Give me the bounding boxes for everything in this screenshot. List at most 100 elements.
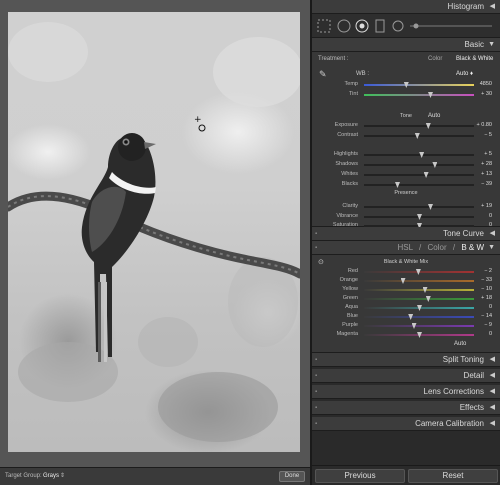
collapse-arrow-icon[interactable]: ◀ <box>490 227 495 241</box>
basic-slider-knob[interactable] <box>428 204 433 210</box>
basic-slider-knob[interactable] <box>423 172 429 178</box>
basic-slider-track[interactable] <box>364 82 474 88</box>
toggle-icon[interactable]: ▪ <box>315 369 317 383</box>
basic-slider-knob[interactable] <box>425 123 431 129</box>
toggle-icon[interactable]: ▪ <box>315 417 317 431</box>
bw-slider-knob[interactable] <box>408 314 414 320</box>
split-toning-header[interactable]: ▪ Split Toning ◀ <box>312 353 500 367</box>
previous-button[interactable]: Previous <box>315 469 405 483</box>
basic-slider-value[interactable]: + 5 <box>472 151 492 157</box>
effects-header[interactable]: ▪ Effects ◀ <box>312 401 500 415</box>
bw-slider-blue[interactable]: Blue − 14 <box>312 312 500 321</box>
target-group-dropdown-icon[interactable]: ⇕ <box>60 472 65 479</box>
reset-button[interactable]: Reset <box>408 469 498 483</box>
lens-corrections-header[interactable]: ▪ Lens Corrections ◀ <box>312 385 500 399</box>
basic-slider-value[interactable]: + 19 <box>472 203 492 209</box>
bw-slider-value[interactable]: − 2 <box>472 268 492 274</box>
bw-slider-knob[interactable] <box>417 332 422 338</box>
bw-slider-yellow[interactable]: Yellow − 10 <box>312 285 500 294</box>
collapse-arrow-icon[interactable]: ◀ <box>490 0 495 14</box>
bw-slider-orange[interactable]: Orange − 33 <box>312 276 500 285</box>
bw-slider-track[interactable] <box>364 296 474 302</box>
bw-slider-purple[interactable]: Purple − 9 <box>312 321 500 330</box>
target-group-value[interactable]: Grays <box>43 473 59 479</box>
basic-slider-value[interactable]: + 13 <box>472 171 492 177</box>
eyedropper-icon[interactable]: ✎ <box>319 69 327 80</box>
basic-slider-value[interactable]: 4850 <box>472 81 492 87</box>
treatment-color-option[interactable]: Color <box>428 56 442 62</box>
bw-slider-track[interactable] <box>364 332 474 338</box>
bw-slider-knob[interactable] <box>411 323 417 329</box>
adjustment-brush-icon[interactable] <box>413 23 419 29</box>
done-button[interactable]: Done <box>279 471 305 482</box>
bw-slider-value[interactable]: − 9 <box>472 322 492 328</box>
bw-slider-value[interactable]: 0 <box>472 304 492 310</box>
basic-slider-knob[interactable] <box>432 162 438 168</box>
basic-slider-track[interactable] <box>364 172 474 178</box>
bw-slider-knob[interactable] <box>417 305 422 311</box>
basic-slider-whites[interactable]: Whites + 13 <box>312 170 500 179</box>
tab-hsl[interactable]: HSL <box>398 243 413 252</box>
tone-curve-toggle-icon[interactable]: ▪ <box>315 227 317 241</box>
basic-slider-track[interactable] <box>364 182 474 188</box>
basic-slider-blacks[interactable]: Blacks − 39 <box>312 180 500 189</box>
basic-slider-knob[interactable] <box>417 214 422 220</box>
basic-slider-knob[interactable] <box>414 133 420 139</box>
tab-bw[interactable]: B & W <box>461 243 484 252</box>
bw-slider-value[interactable]: − 33 <box>472 277 492 283</box>
toggle-icon[interactable]: ▪ <box>315 385 317 399</box>
crop-tool-icon[interactable] <box>317 19 331 33</box>
bw-slider-value[interactable]: + 18 <box>472 295 492 301</box>
bw-slider-red[interactable]: Red − 2 <box>312 267 500 276</box>
hsl-header[interactable]: ▪ HSL / Color / B & W ▼ <box>312 241 500 255</box>
basic-slider-value[interactable]: + 28 <box>472 161 492 167</box>
expand-arrow-icon[interactable]: ▼ <box>488 38 495 52</box>
detail-header[interactable]: ▪ Detail ◀ <box>312 369 500 383</box>
bw-slider-knob[interactable] <box>415 269 421 275</box>
basic-slider-track[interactable] <box>364 214 474 220</box>
collapse-arrow-icon[interactable]: ◀ <box>490 385 495 399</box>
basic-slider-track[interactable] <box>364 162 474 168</box>
bw-slider-value[interactable]: − 10 <box>472 286 492 292</box>
tone-curve-header[interactable]: ▪ Tone Curve ◀ <box>312 227 500 241</box>
histogram-header[interactable]: Histogram ◀ <box>312 0 500 14</box>
tab-color[interactable]: Color <box>428 243 447 252</box>
bw-slider-track[interactable] <box>364 287 474 293</box>
bw-slider-track[interactable] <box>364 269 474 275</box>
basic-slider-value[interactable]: + 0.80 <box>472 122 492 128</box>
bw-slider-track[interactable] <box>364 323 474 329</box>
collapse-arrow-icon[interactable]: ◀ <box>490 417 495 431</box>
basic-slider-value[interactable]: − 5 <box>472 132 492 138</box>
bw-auto-button[interactable]: Auto <box>454 341 466 347</box>
basic-slider-contrast[interactable]: Contrast − 5 <box>312 131 500 140</box>
basic-slider-tint[interactable]: Tint + 30 <box>312 90 500 99</box>
hsl-toggle-icon[interactable]: ▪ <box>315 241 317 255</box>
basic-slider-knob[interactable] <box>395 182 400 188</box>
basic-slider-clarity[interactable]: Clarity + 19 <box>312 202 500 211</box>
tone-auto-button[interactable]: Auto <box>428 113 440 119</box>
bw-slider-track[interactable] <box>364 305 474 311</box>
basic-slider-shadows[interactable]: Shadows + 28 <box>312 160 500 169</box>
basic-slider-temp[interactable]: Temp 4850 <box>312 80 500 89</box>
basic-slider-value[interactable]: − 39 <box>472 181 492 187</box>
bw-slider-value[interactable]: 0 <box>472 331 492 337</box>
wb-dropdown[interactable]: Auto ♦ <box>456 71 473 77</box>
toggle-icon[interactable]: ▪ <box>315 353 317 367</box>
basic-slider-track[interactable] <box>364 133 474 139</box>
radial-filter-icon[interactable] <box>392 20 404 32</box>
basic-slider-track[interactable] <box>364 204 474 210</box>
bw-slider-track[interactable] <box>364 278 474 284</box>
treatment-bw-option[interactable]: Black & White <box>456 56 493 62</box>
basic-slider-track[interactable] <box>364 92 474 98</box>
photo-preview[interactable]: + <box>8 12 300 452</box>
camera-calibration-header[interactable]: ▪ Camera Calibration ◀ <box>312 417 500 431</box>
bw-slider-knob[interactable] <box>425 296 431 302</box>
collapse-arrow-icon[interactable]: ◀ <box>490 369 495 383</box>
basic-slider-value[interactable]: + 30 <box>472 91 492 97</box>
bw-slider-green[interactable]: Green + 18 <box>312 294 500 303</box>
basic-header[interactable]: Basic ▼ <box>312 38 500 52</box>
basic-slider-knob[interactable] <box>419 152 425 158</box>
basic-slider-value[interactable]: 0 <box>472 213 492 219</box>
bw-slider-magenta[interactable]: Magenta 0 <box>312 330 500 339</box>
bw-slider-aqua[interactable]: Aqua 0 <box>312 303 500 312</box>
